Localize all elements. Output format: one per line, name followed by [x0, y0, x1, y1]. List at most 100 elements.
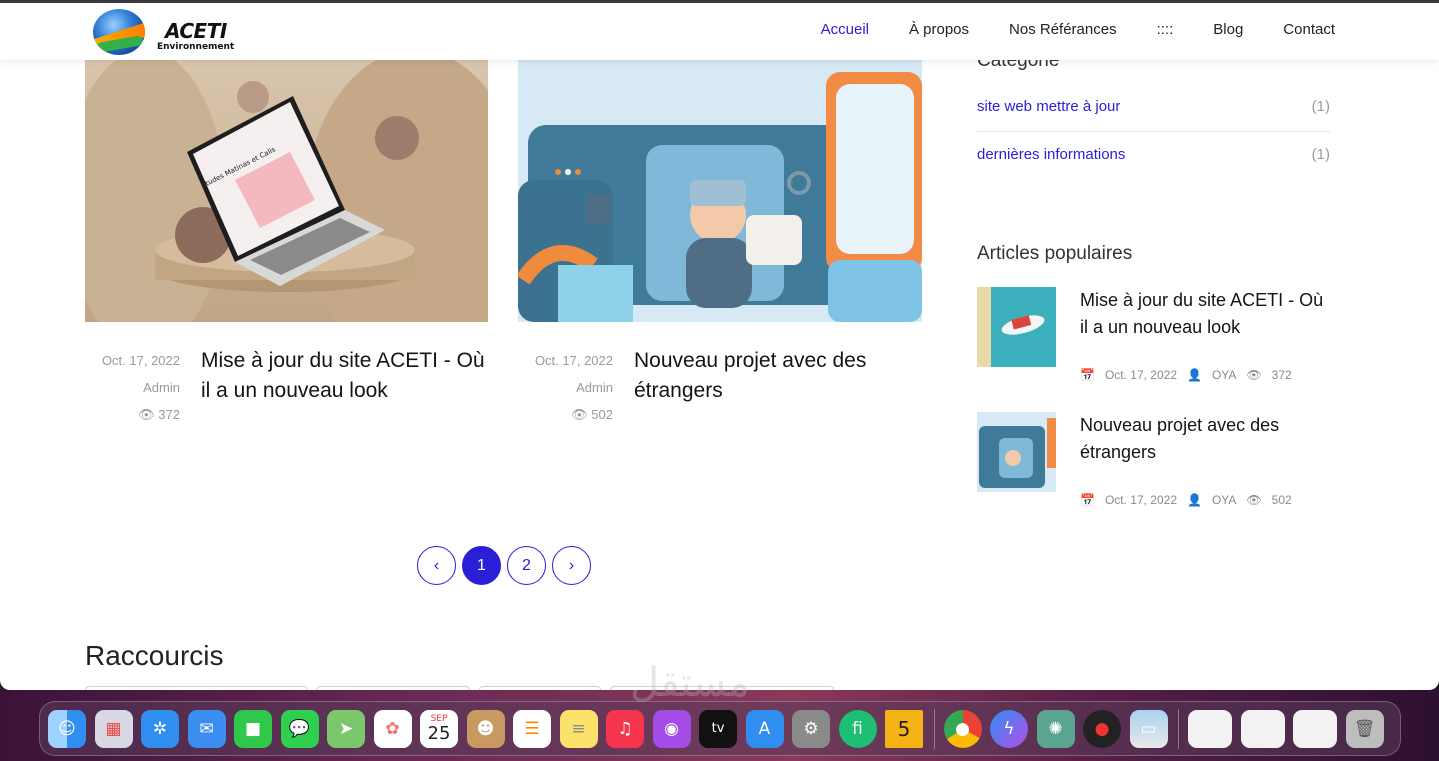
minimized-window-thumbnail[interactable]	[1293, 709, 1337, 748]
category-divider	[977, 131, 1330, 132]
popular-2-date: Oct. 17, 2022	[1104, 493, 1177, 507]
dock-separator	[933, 708, 935, 749]
shortcut-card[interactable]	[479, 686, 601, 690]
page-1-button[interactable]: 1	[462, 546, 501, 585]
chrome-icon[interactable]: ●	[943, 709, 982, 748]
dock-separator	[1178, 708, 1179, 749]
messages-icon[interactable]: 💬	[280, 709, 319, 748]
popular-1-thumbnail[interactable]	[977, 287, 1056, 367]
trash-icon[interactable]: 🗑	[1345, 709, 1384, 748]
finder-icon[interactable]: ☺	[48, 709, 86, 748]
site-logo[interactable]: ACETI Environnement	[93, 9, 243, 57]
popular-1-date: Oct. 17, 2022	[1104, 368, 1177, 382]
category-label: site web mettre à jour	[977, 98, 1121, 115]
music-icon[interactable]: ♫	[606, 709, 644, 748]
post-2-title[interactable]: Nouveau projet avec des étrangers	[634, 346, 924, 406]
five-app-label: 5	[897, 716, 911, 741]
podcasts-icon[interactable]: ◉	[652, 709, 691, 748]
next-page-button[interactable]: ›	[552, 546, 591, 585]
chatgpt-icon[interactable]: ✺	[1036, 709, 1075, 748]
preview-icon[interactable]: ▭	[1129, 709, 1168, 748]
calendar-month: SEP	[430, 713, 448, 724]
popular-1-title[interactable]: Mise à jour du site ACETI - Où il a un n…	[1080, 287, 1330, 341]
system-settings-icon[interactable]: ⚙	[792, 709, 830, 748]
post-2-views: 👁 502	[571, 407, 613, 422]
nav-accueil[interactable]: Accueil	[821, 21, 869, 38]
tv-label: tv	[711, 721, 725, 736]
category-item[interactable]: site web mettre à jour (1)	[977, 98, 1330, 146]
category-count: (1)	[1311, 98, 1330, 115]
calendar-icon: 📅	[1080, 368, 1095, 382]
five-app-icon[interactable]: 5	[885, 709, 923, 748]
popular-1-views: 372	[1271, 368, 1292, 382]
user-icon: 👤	[1187, 368, 1202, 382]
post-2-date: Oct. 17, 2022	[534, 353, 613, 368]
post-1-author: Admin	[143, 380, 180, 395]
launchpad-icon[interactable]: ▦	[94, 709, 133, 748]
prev-page-button[interactable]: ‹	[417, 546, 456, 585]
calendar-day: 25	[427, 722, 451, 744]
popular-articles-title: Articles populaires	[977, 243, 1133, 264]
category-item[interactable]: dernières informations (1)	[977, 146, 1330, 194]
post-2-meta: Oct. 17, 2022 Admin 👁 502	[523, 352, 613, 433]
popular-2-views: 502	[1271, 493, 1292, 507]
photos-icon[interactable]: ✿	[373, 709, 412, 748]
category-label: dernières informations	[977, 146, 1126, 163]
laptop-illustration: Etudes Matinas et Calis	[85, 60, 488, 322]
nav-blog[interactable]: Blog	[1213, 21, 1243, 38]
watermark-logo: مستقل	[630, 660, 750, 706]
mail-icon[interactable]: ✉	[187, 709, 226, 748]
eye-icon: 👁	[1246, 368, 1262, 382]
logo-name: ACETI	[165, 19, 227, 43]
screen-recorder-icon[interactable]: ●	[1083, 709, 1121, 748]
shortcuts-title: Raccourcis	[85, 640, 224, 671]
pagination: ‹ 1 2 ›	[417, 546, 591, 585]
notes-icon[interactable]: ≡	[559, 709, 598, 748]
browser-page: ACETI Environnement Accueil À propos Nos…	[0, 0, 1439, 690]
maps-icon[interactable]: ➤	[327, 709, 365, 748]
messenger-icon[interactable]: ϟ	[990, 709, 1028, 748]
popular-2-thumbnail[interactable]	[977, 412, 1056, 492]
eye-icon: 👁	[571, 407, 592, 422]
apple-tv-icon[interactable]: tv	[699, 709, 737, 748]
post-1-views: 👁 372	[138, 407, 180, 422]
minimized-window-thumbnail[interactable]	[1188, 709, 1232, 748]
fiverr-icon[interactable]: fi	[838, 709, 877, 748]
calendar-icon: 📅	[1080, 493, 1095, 507]
post-2-image[interactable]	[518, 60, 922, 322]
eye-icon: 👁	[1246, 493, 1262, 507]
post-1-title[interactable]: Mise à jour du site ACETI - Où il a un n…	[201, 346, 491, 406]
character-illustration	[518, 72, 922, 322]
minimized-window-thumbnail[interactable]	[1240, 709, 1285, 748]
site-header: ACETI Environnement Accueil À propos Nos…	[0, 3, 1439, 60]
eye-icon: 👁	[138, 407, 159, 422]
calendar-icon[interactable]: SEP 25	[420, 709, 458, 748]
logo-subtitle: Environnement	[157, 42, 235, 52]
character-thumbnail-image	[977, 412, 1056, 492]
post-1-meta: Oct. 17, 2022 Admin 👁 372	[90, 352, 180, 433]
popular-1-author: OYA	[1211, 368, 1237, 382]
reminders-icon[interactable]: ☰	[513, 709, 551, 748]
logo-globe-icon	[93, 9, 145, 55]
shortcut-card[interactable]	[316, 686, 470, 690]
category-count: (1)	[1311, 146, 1330, 163]
popular-2-meta: 📅 Oct. 17, 2022 👤 OYA 👁 502	[1080, 493, 1298, 507]
popular-2-title[interactable]: Nouveau projet avec des étrangers	[1080, 412, 1330, 466]
macos-dock: ☺ ▦ ✲ ✉ ■ 💬 ➤ ✿ SEP 25 ☻ ☰ ≡ ♫ ◉ tv A ⚙ …	[39, 701, 1401, 756]
nav-a-propos[interactable]: À propos	[909, 21, 969, 38]
contacts-icon[interactable]: ☻	[466, 709, 505, 748]
shortcut-card[interactable]	[85, 686, 308, 690]
post-1-image[interactable]: Etudes Matinas et Calis	[85, 60, 488, 322]
safari-icon[interactable]: ✲	[141, 709, 179, 748]
page-2-button[interactable]: 2	[507, 546, 546, 585]
facetime-icon[interactable]: ■	[234, 709, 272, 748]
popular-2-author: OYA	[1211, 493, 1237, 507]
main-nav: Accueil À propos Nos Référances :::: Blo…	[781, 21, 1335, 38]
nav-references[interactable]: Nos Référances	[1009, 21, 1117, 38]
post-2-author: Admin	[576, 380, 613, 395]
boat-thumbnail-image	[977, 287, 1056, 367]
post-1-date: Oct. 17, 2022	[101, 353, 180, 368]
nav-more[interactable]: ::::	[1157, 21, 1174, 38]
nav-contact[interactable]: Contact	[1283, 21, 1335, 38]
app-store-icon[interactable]: A	[745, 709, 784, 748]
